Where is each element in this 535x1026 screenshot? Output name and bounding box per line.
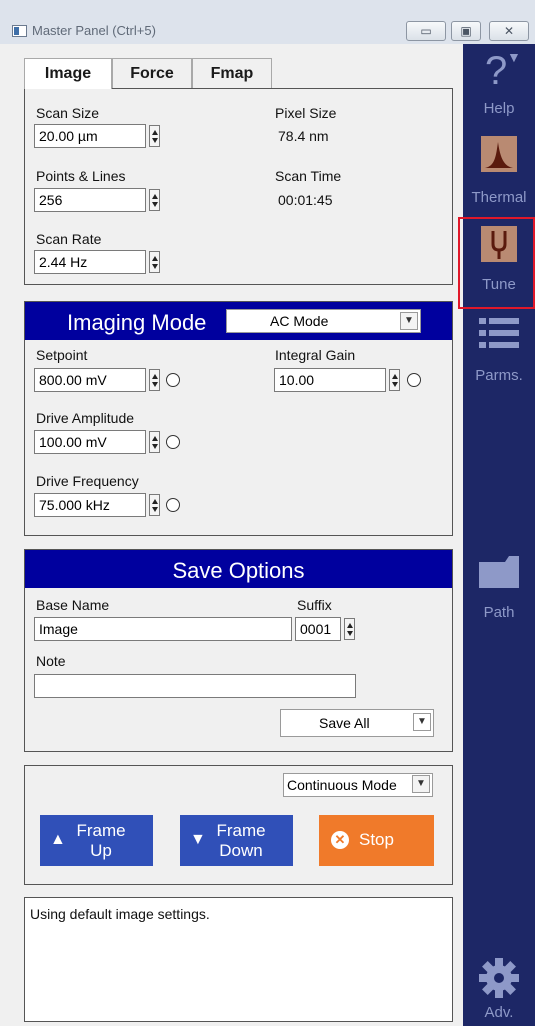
continuous-mode-value: Continuous Mode: [287, 777, 397, 793]
master-panel-window: Master Panel (Ctrl+5) ▭ ▣ ✕ Image Force …: [0, 0, 535, 1026]
points-lines-stepper[interactable]: [149, 189, 160, 211]
save-options-header: Save Options: [25, 550, 452, 588]
window-app-icon: [12, 25, 27, 37]
window-title: Master Panel (Ctrl+5): [32, 23, 156, 38]
stop-button[interactable]: ✕ Stop: [319, 815, 434, 866]
suffix-stepper[interactable]: [344, 618, 355, 640]
sidebar-help-label[interactable]: Help: [463, 100, 535, 117]
folder-icon[interactable]: [479, 556, 519, 588]
drive-amplitude-label: Drive Amplitude: [36, 410, 135, 426]
frame-down-line1: Frame: [216, 821, 266, 840]
save-mode-select[interactable]: Save All ▼: [280, 709, 434, 737]
imaging-mode-panel: Imaging Mode AC Mode ▼ Setpoint 800.00 m…: [24, 301, 453, 536]
drive-frequency-label: Drive Frequency: [36, 473, 139, 489]
integral-gain-label: Integral Gain: [275, 347, 356, 363]
frame-up-line1: Frame: [76, 821, 126, 840]
scan-size-label: Scan Size: [36, 105, 100, 121]
drive-amplitude-stepper[interactable]: [149, 431, 160, 453]
tab-fmap[interactable]: Fmap: [192, 58, 272, 88]
thermal-icon[interactable]: [481, 136, 517, 172]
scan-size-input[interactable]: 20.00 µm: [34, 124, 146, 148]
save-options-title: Save Options: [172, 558, 305, 583]
points-lines-input[interactable]: 256: [34, 188, 146, 212]
scan-rate-label: Scan Rate: [36, 231, 102, 247]
drive-amplitude-radio[interactable]: [166, 435, 180, 449]
suffix-label: Suffix: [297, 597, 332, 613]
status-panel: Using default image settings.: [24, 897, 453, 1022]
drive-frequency-radio[interactable]: [166, 498, 180, 512]
save-options-panel: Save Options Base Name Image Suffix 0001…: [24, 549, 453, 752]
sidebar-path-label[interactable]: Path: [463, 604, 535, 621]
help-dropdown-icon: ▼: [507, 49, 521, 65]
points-lines-label: Points & Lines: [36, 168, 126, 184]
scan-time-value: 00:01:45: [278, 192, 333, 208]
drive-frequency-input[interactable]: 75.000 kHz: [34, 493, 146, 517]
status-message: Using default image settings.: [30, 906, 210, 922]
drive-frequency-stepper[interactable]: [149, 494, 160, 516]
frame-up-button[interactable]: ▲ Frame Up: [40, 815, 153, 866]
suffix-input[interactable]: 0001: [295, 617, 341, 641]
scan-parameters-panel: Scan Size 20.00 µm Pixel Size 78.4 nm Po…: [24, 88, 453, 285]
pixel-size-label: Pixel Size: [275, 105, 337, 121]
sidebar-adv-label[interactable]: Adv.: [463, 1004, 535, 1021]
tab-force[interactable]: Force: [112, 58, 192, 88]
frame-down-line2: Down: [219, 841, 263, 860]
scan-rate-input[interactable]: 2.44 Hz: [34, 250, 146, 274]
chevron-down-icon: ▼: [400, 312, 418, 330]
frame-down-button[interactable]: ▼ Frame Down: [180, 815, 293, 866]
minimize-button[interactable]: ▭: [406, 21, 446, 41]
base-name-label: Base Name: [36, 597, 110, 613]
maximize-button[interactable]: ▣: [451, 21, 481, 41]
list-icon[interactable]: [479, 318, 519, 354]
continuous-mode-select[interactable]: Continuous Mode ▼: [283, 773, 433, 797]
imaging-mode-title: Imaging Mode: [67, 310, 207, 335]
chevron-down-icon: ▼: [413, 713, 431, 731]
note-label: Note: [36, 653, 66, 669]
integral-gain-stepper[interactable]: [389, 369, 400, 391]
integral-gain-radio[interactable]: [407, 373, 421, 387]
stop-x-icon: ✕: [331, 831, 349, 849]
scan-size-stepper[interactable]: [149, 125, 160, 147]
triangle-up-icon: ▲: [50, 831, 66, 848]
setpoint-label: Setpoint: [36, 347, 88, 363]
sidebar-parms-label[interactable]: Parms.: [463, 367, 535, 384]
help-glyph: ?: [485, 49, 508, 93]
integral-gain-input[interactable]: 10.00: [274, 368, 386, 392]
chevron-down-icon: ▼: [412, 775, 430, 793]
imaging-mode-select[interactable]: AC Mode ▼: [226, 309, 421, 333]
help-icon[interactable]: ? ▼: [485, 46, 525, 96]
scan-control-panel: Continuous Mode ▼ ▲ Frame Up ▼ Frame Dow…: [24, 765, 453, 885]
note-input[interactable]: [34, 674, 356, 698]
base-name-input[interactable]: Image: [34, 617, 292, 641]
scan-time-label: Scan Time: [275, 168, 342, 184]
setpoint-radio[interactable]: [166, 373, 180, 387]
tune-highlight-box: [458, 217, 535, 309]
sidebar: ? ▼ Help Thermal Tune Parms. Path Adv.: [463, 44, 535, 1026]
frame-up-line2: Up: [90, 841, 112, 860]
setpoint-input[interactable]: 800.00 mV: [34, 368, 146, 392]
gear-icon[interactable]: [477, 956, 521, 1000]
scan-rate-stepper[interactable]: [149, 251, 160, 273]
title-bar: Master Panel (Ctrl+5) ▭ ▣ ✕: [0, 0, 535, 44]
pixel-size-value: 78.4 nm: [278, 128, 329, 144]
drive-amplitude-input[interactable]: 100.00 mV: [34, 430, 146, 454]
stop-label: Stop: [359, 830, 394, 849]
setpoint-stepper[interactable]: [149, 369, 160, 391]
save-mode-value: Save All: [319, 715, 370, 731]
tab-image[interactable]: Image: [24, 58, 112, 89]
imaging-mode-value: AC Mode: [270, 313, 329, 329]
triangle-down-icon: ▼: [190, 831, 206, 848]
sidebar-thermal-label[interactable]: Thermal: [463, 189, 535, 206]
